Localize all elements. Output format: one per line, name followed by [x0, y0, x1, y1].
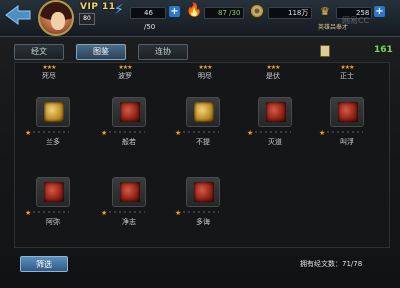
card-stars: ★★★	[42, 64, 56, 71]
vip-badge: VIP 11	[80, 2, 116, 12]
card-tile	[330, 97, 364, 127]
tab-tujian[interactable]: 图鉴	[76, 44, 126, 60]
card-label: 明尽	[198, 72, 212, 80]
card-label: 不提	[196, 138, 210, 146]
star-icon: ★	[101, 129, 108, 137]
crown-icon: ♛	[320, 5, 330, 18]
card-label: 灭道	[268, 138, 282, 146]
energy-value: 46 /50	[144, 9, 156, 31]
scripture-emblem-icon	[338, 102, 358, 122]
collection-grid: ★★★ 死尽 ★★★ 波罗 ★★★ 明尽 ★★★ 是伏 ★★★ 正士 ★ 兰多 …	[14, 62, 390, 248]
book-count: 161	[374, 45, 393, 55]
card-tile	[36, 97, 70, 127]
star-icon: ★	[25, 129, 32, 137]
card-tile	[112, 97, 146, 127]
star-icon: ★	[247, 129, 254, 137]
book-icon	[320, 45, 330, 57]
star-icon: ★	[175, 129, 182, 137]
card-stars: ★★★	[340, 64, 354, 71]
scripture-emblem-icon	[120, 182, 140, 202]
card-tile	[112, 177, 146, 207]
card-tile	[258, 97, 292, 127]
card-label: 兰多	[46, 138, 60, 146]
top-row: ★★★ 死尽 ★★★ 波罗 ★★★ 明尽 ★★★ 是伏 ★★★ 正士	[15, 63, 389, 91]
scripture-card[interactable]: ★ 灭道	[245, 97, 305, 151]
card-stars: ★★★	[118, 64, 132, 71]
stamina-stat: 87 /30	[204, 6, 244, 20]
stamina-value: 87 /30	[218, 9, 241, 17]
card-stars: ★★★	[198, 64, 212, 71]
tab-lianxie[interactable]: 连协	[138, 44, 188, 60]
phoenix-icon: 🔥	[186, 3, 203, 18]
top-status-bar: VIP 11 80 ⚡ 46 /50 + 🔥 87 /30 118万 ♛ 258…	[0, 0, 400, 37]
card-label: 般若	[122, 138, 136, 146]
card-tile	[186, 97, 220, 127]
scripture-emblem-icon	[120, 102, 140, 122]
scripture-card[interactable]: ★ 阿弥	[23, 177, 83, 231]
star-icon: ★	[101, 209, 108, 217]
watermark: 网易CC	[342, 16, 370, 25]
scripture-emblem-icon	[44, 102, 64, 122]
card-label: 波罗	[118, 72, 132, 80]
card-tile	[186, 177, 220, 207]
card-label: 正士	[340, 72, 354, 80]
scripture-card[interactable]: ★ 般若	[99, 97, 159, 151]
tab-jingwen[interactable]: 经文	[14, 44, 64, 60]
star-icon: ★	[319, 129, 326, 137]
tab-bar: 经文 图鉴 连协 161	[14, 44, 393, 60]
star-icon: ★	[175, 209, 182, 217]
energy-stat: 46 /50	[130, 6, 166, 31]
scripture-emblem-icon	[194, 102, 214, 122]
card-label: 死尽	[42, 72, 56, 80]
owned-count: 拥有经文数：71/78	[300, 260, 363, 268]
back-arrow-icon	[5, 5, 31, 25]
add-energy-button[interactable]: +	[169, 6, 180, 17]
card-stars: ★★★	[266, 64, 280, 71]
coins-value: 118万	[288, 9, 309, 17]
scripture-card[interactable]: ★ 净志	[99, 177, 159, 231]
player-level: 80	[79, 13, 95, 25]
card-label: 多诲	[196, 218, 210, 226]
screen: { "header": { "vip": "VIP 11", "level": …	[0, 0, 400, 288]
card-label: 叫浮	[340, 138, 354, 146]
coins-stat: 118万	[268, 6, 312, 20]
lightning-icon: ⚡	[114, 2, 124, 18]
card-label: 是伏	[266, 72, 280, 80]
scripture-emblem-icon	[266, 102, 286, 122]
scripture-card[interactable]: ★ 多诲	[173, 177, 233, 231]
add-gold-button[interactable]: +	[374, 6, 385, 17]
filter-button[interactable]: 筛选	[20, 256, 68, 272]
player-avatar[interactable]	[38, 0, 74, 36]
card-label: 净志	[122, 218, 136, 226]
card-label: 阿弥	[46, 218, 60, 226]
card-tile	[36, 177, 70, 207]
scripture-card[interactable]: ★ 叫浮	[317, 97, 377, 151]
back-button[interactable]	[4, 4, 32, 26]
star-icon: ★	[25, 209, 32, 217]
coin-icon	[250, 4, 264, 18]
scripture-card[interactable]: ★ 不提	[173, 97, 233, 151]
scripture-emblem-icon	[44, 182, 64, 202]
scripture-card[interactable]: ★ 兰多	[23, 97, 83, 151]
scripture-emblem-icon	[194, 182, 214, 202]
